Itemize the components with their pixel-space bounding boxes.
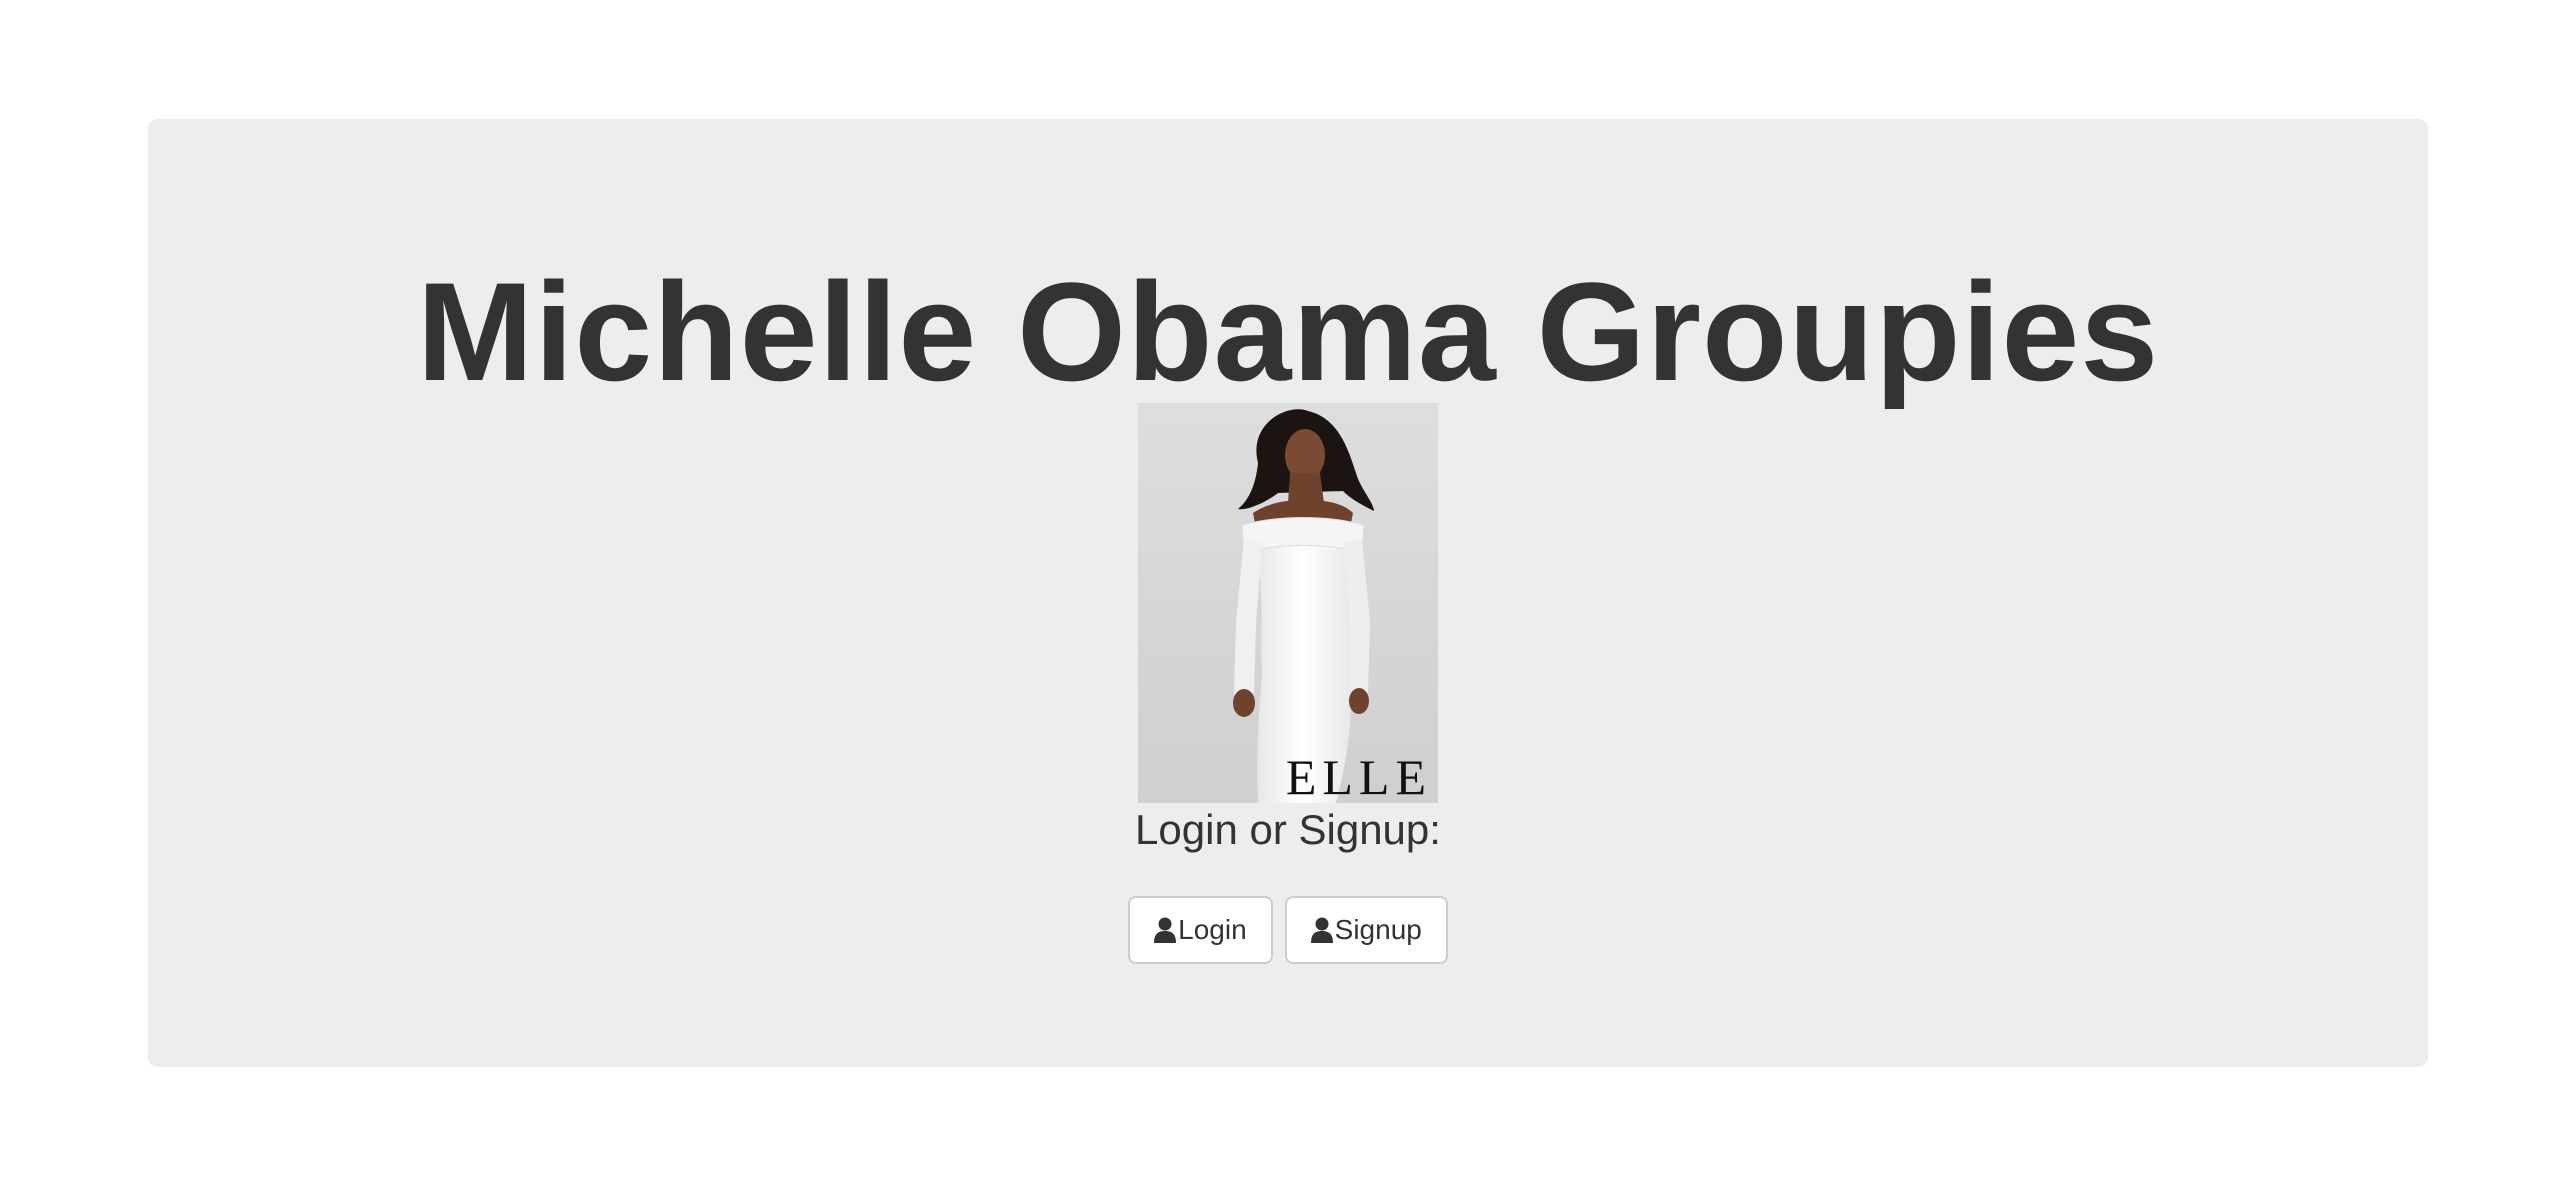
magazine-cover-image: ELLE [1138, 403, 1438, 803]
user-icon [1310, 917, 1333, 943]
cover-photo [1138, 403, 1438, 803]
user-icon [1154, 917, 1177, 943]
jumbotron: Michelle Obama Groupies ELLE Login or Si… [148, 119, 2428, 1067]
signup-button[interactable]: Signup [1284, 896, 1448, 964]
elle-logo: ELLE [1285, 749, 1432, 803]
auth-button-group: Login Signup [148, 896, 2428, 964]
page-title: Michelle Obama Groupies [416, 253, 2160, 410]
login-signup-prompt: Login or Signup: [1135, 806, 1441, 853]
login-button[interactable]: Login [1128, 896, 1273, 964]
login-button-label: Login [1178, 914, 1247, 945]
signup-button-label: Signup [1334, 914, 1422, 945]
